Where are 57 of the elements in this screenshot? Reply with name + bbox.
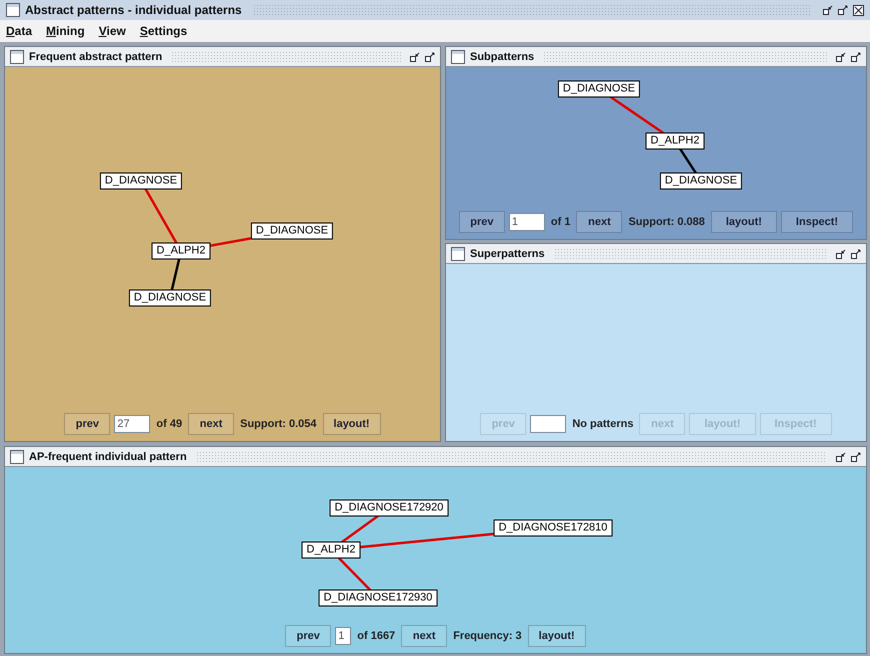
nav-button[interactable]: layout! — [322, 413, 381, 435]
page-field[interactable]: 1 — [508, 213, 545, 231]
graph-node: D_DIAGNOSE — [558, 80, 640, 98]
nav-button[interactable]: prev — [64, 413, 110, 435]
nav-button[interactable]: next — [401, 625, 448, 647]
minimize-icon[interactable] — [823, 4, 833, 14]
nav-button[interactable]: layout! — [528, 625, 586, 647]
nav-button[interactable]: layout! — [710, 211, 777, 233]
graph-node: D_ALPH2 — [302, 542, 360, 558]
nav-button[interactable]: Inspect! — [780, 211, 854, 233]
graph-node: D_DIAGNOSE — [100, 172, 182, 190]
window-icon — [10, 450, 24, 464]
menu-item[interactable]: View — [98, 24, 126, 38]
window-title: Abstract patterns - individual patterns — [25, 3, 242, 17]
nav-button[interactable]: next — [188, 413, 234, 435]
maximize-icon[interactable] — [851, 248, 861, 258]
menu-item[interactable]: Mining — [46, 24, 85, 38]
minimize-icon[interactable] — [836, 248, 846, 258]
page-field[interactable]: 1 — [335, 627, 352, 645]
window-icon — [10, 50, 24, 64]
window-icon — [451, 50, 465, 64]
status-text: No patterns — [571, 418, 634, 430]
minimize-icon[interactable] — [410, 52, 420, 62]
nav-button[interactable]: prev — [458, 211, 505, 233]
status-text: of 1 — [550, 216, 572, 228]
panel-title: Superpatterns — [470, 248, 545, 260]
nav-button[interactable]: prev — [285, 625, 332, 647]
graph-node: D_DIAGNOSE172920 — [330, 500, 448, 516]
panel-title: Frequent abstract pattern — [29, 50, 162, 62]
maximize-icon[interactable] — [851, 452, 861, 462]
graph-node: D_DIAGNOSE — [660, 172, 742, 190]
status-text: of 1667 — [356, 630, 396, 642]
window-icon — [451, 246, 465, 260]
graph-node: D_ALPH2 — [152, 242, 210, 260]
maximize-icon[interactable] — [851, 52, 861, 62]
graph-node: D_ALPH2 — [646, 132, 704, 150]
page-field[interactable] — [530, 415, 566, 433]
page-field[interactable]: 27 — [114, 415, 150, 433]
nav-button[interactable]: next — [576, 211, 622, 233]
graph-node: D_DIAGNOSE172810 — [494, 520, 612, 536]
graph-node: D_DIAGNOSE — [128, 290, 212, 306]
window-icon — [6, 3, 20, 17]
graph-node: D_DIAGNOSE — [250, 222, 334, 240]
maximize-icon[interactable] — [425, 52, 435, 62]
menu-item[interactable]: Settings — [140, 24, 188, 38]
maximize-icon[interactable] — [838, 4, 848, 14]
minimize-icon[interactable] — [836, 52, 846, 62]
status-text: of 49 — [155, 418, 184, 430]
status-text: Support: 0.088 — [627, 216, 706, 228]
menu-item[interactable]: Data — [6, 24, 32, 38]
panel-title: AP-frequent individual pattern — [29, 450, 187, 462]
panel-title: Subpatterns — [470, 50, 534, 62]
graph-node: D_DIAGNOSE172930 — [318, 590, 438, 606]
status-text: Frequency: 3 — [452, 630, 523, 642]
minimize-icon[interactable] — [836, 452, 846, 462]
status-text: Support: 0.054 — [239, 418, 318, 430]
close-icon[interactable] — [853, 4, 864, 16]
